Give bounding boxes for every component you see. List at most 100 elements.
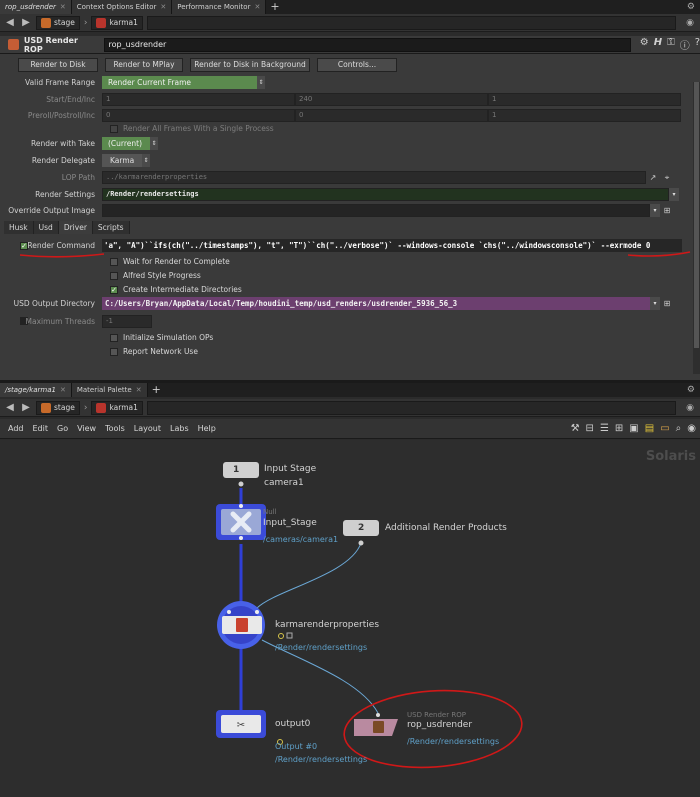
updown-icon[interactable]: ⇕ [142, 154, 150, 167]
menu-add[interactable]: Add [8, 424, 24, 433]
controls-button[interactable]: Controls... [317, 58, 397, 72]
wait-for-render-checkbox[interactable] [110, 257, 118, 266]
node-chooser-icon[interactable]: ⌖ [660, 171, 674, 184]
preroll-field: 0 [102, 109, 295, 122]
menu-go[interactable]: Go [57, 424, 68, 433]
network-box-icon[interactable]: ▭ [660, 423, 669, 434]
add-tab-icon[interactable]: + [266, 0, 283, 14]
output-glyph-icon: ✂ [237, 720, 245, 731]
karma-icon [96, 17, 107, 28]
info-icon[interactable]: ⓘ [680, 37, 690, 52]
render-to-disk-button[interactable]: Render to Disk [18, 58, 98, 72]
tab-performance-monitor[interactable]: Performance Monitor ✕ [172, 0, 267, 14]
report-network-checkbox[interactable] [110, 347, 118, 356]
flag-circle-icon[interactable] [278, 633, 284, 639]
close-icon[interactable]: ✕ [136, 383, 142, 397]
list-view-icon[interactable]: ☰ [600, 423, 609, 434]
menu-tools[interactable]: Tools [105, 424, 125, 433]
input1-label: Input Stage [264, 464, 317, 474]
back-arrow-icon[interactable]: ◀ [4, 17, 16, 29]
chevron-right-icon: › [83, 17, 88, 28]
override-output-field[interactable] [102, 204, 650, 217]
render-settings-field[interactable]: /Render/rendersettings [102, 188, 669, 201]
tab-context-options-editor[interactable]: Context Options Editor ✕ [71, 0, 173, 14]
rop-type-label: USD Render ROP [23, 35, 78, 54]
lock-icon[interactable] [286, 632, 293, 639]
network-path-bar: ◀ ▶ stage › karma1 ◉ [0, 399, 700, 417]
wire-input2-krp [256, 542, 362, 609]
back-arrow-icon[interactable]: ◀ [4, 402, 16, 414]
parameter-scrollbar[interactable] [693, 82, 700, 374]
path-chip-stage[interactable]: stage [36, 400, 80, 415]
karma-node-icon [236, 618, 248, 632]
grid-view-icon[interactable]: ⊞ [615, 423, 623, 434]
menu-view[interactable]: View [77, 424, 96, 433]
postroll-field: 0 [295, 109, 488, 122]
add-tab-icon[interactable]: + [148, 383, 165, 397]
dropdown-icon[interactable]: ▾ [650, 204, 660, 217]
render-with-take-menu[interactable]: (Current) [102, 137, 150, 150]
tab-husk[interactable]: Husk [4, 221, 34, 234]
updown-icon[interactable]: ⇕ [150, 137, 158, 150]
close-icon[interactable]: ✕ [254, 0, 260, 14]
zoom-icon[interactable]: ⌕ [676, 423, 682, 434]
path-chip-stage[interactable]: stage [36, 15, 80, 30]
pin-icon[interactable]: ◉ [680, 403, 700, 413]
forward-arrow-icon[interactable]: ▶ [20, 402, 32, 414]
tree-view-icon[interactable]: ⊟ [586, 423, 594, 434]
render-command-field[interactable]: 'a", "A")``ifs(ch("../timestamps"), "t",… [102, 239, 682, 252]
tab-usd[interactable]: Usd [33, 221, 59, 234]
row-alfred-progress: Alfred Style Progress [110, 271, 201, 280]
file-chooser-icon[interactable]: ⊞ [660, 204, 674, 217]
snapshot-icon[interactable]: ▣ [629, 423, 638, 434]
scrollbar-thumb[interactable] [694, 82, 699, 348]
valid-frame-range-menu[interactable]: Render Current Frame [102, 76, 257, 89]
rop-name-field[interactable]: rop_usdrender [103, 37, 631, 52]
path-chip-node[interactable]: karma1 [91, 15, 143, 30]
updown-icon[interactable]: ⇕ [257, 76, 265, 89]
tab-material-palette[interactable]: Material Palette ✕ [71, 383, 148, 397]
jump-to-node-icon[interactable]: ↗ [646, 171, 660, 184]
alfred-progress-checkbox[interactable] [110, 271, 118, 280]
pin-icon[interactable]: ◉ [680, 18, 700, 28]
help-h-icon[interactable]: H [654, 37, 662, 52]
menu-edit[interactable]: Edit [33, 424, 49, 433]
usd-output-dir-field[interactable]: C:/Users/Bryan/AppData/Local/Temp/houdin… [102, 297, 650, 310]
tab-stage-karma1[interactable]: /stage/karma1 ✕ [0, 383, 72, 397]
file-chooser-icon[interactable]: ⊞ [660, 297, 674, 310]
gear-icon[interactable]: ⚙ [687, 2, 695, 12]
render-to-mplay-button[interactable]: Render to MPlay [105, 58, 183, 72]
close-icon[interactable]: ✕ [60, 0, 66, 14]
close-icon[interactable]: ✕ [160, 0, 166, 14]
path-chip-node[interactable]: karma1 [91, 400, 143, 415]
gear-icon[interactable]: ⚙ [640, 37, 649, 52]
output-sub2: /Render/rendersettings [275, 755, 368, 764]
tab-scripts[interactable]: Scripts [92, 221, 130, 234]
eye-icon[interactable]: ◉ [687, 423, 696, 434]
annotation-underline-label [19, 253, 105, 258]
help-icon[interactable]: ? [695, 37, 700, 52]
input-stage-node[interactable] [223, 462, 259, 478]
gear-icon[interactable]: ⚙ [687, 385, 695, 395]
karma-icon [96, 402, 107, 413]
dropdown-icon[interactable]: ▾ [669, 188, 679, 201]
render-to-disk-background-button[interactable]: Render to Disk in Background [190, 58, 310, 72]
menu-layout[interactable]: Layout [134, 424, 161, 433]
create-dirs-checkbox[interactable]: ✓ [110, 285, 118, 294]
row-render-with-take: Render with Take (Current) ⇕ [30, 137, 158, 150]
lock-icon[interactable]: ⚿ [667, 37, 675, 52]
close-icon[interactable]: ✕ [60, 383, 66, 397]
tab-driver[interactable]: Driver [58, 221, 93, 234]
init-sim-ops-checkbox[interactable] [110, 333, 118, 342]
sticky-note-icon[interactable]: ▤ [645, 423, 654, 434]
wrench-icon[interactable]: ⚒ [571, 423, 580, 434]
network-view[interactable]: Solaris ✂ 1 Input Stage camera1 Null Inp… [0, 440, 700, 797]
menu-help[interactable]: Help [198, 424, 216, 433]
tab-rop-usdrender[interactable]: rop_usdrender ✕ [0, 0, 72, 14]
menu-labs[interactable]: Labs [170, 424, 189, 433]
lop-path-field: ../karmarenderproperties [102, 171, 646, 184]
render-delegate-menu[interactable]: Karma [102, 154, 142, 167]
row-single-process: Render All Frames With a Single Process [110, 124, 274, 133]
dropdown-icon[interactable]: ▾ [650, 297, 660, 310]
forward-arrow-icon[interactable]: ▶ [20, 17, 32, 29]
